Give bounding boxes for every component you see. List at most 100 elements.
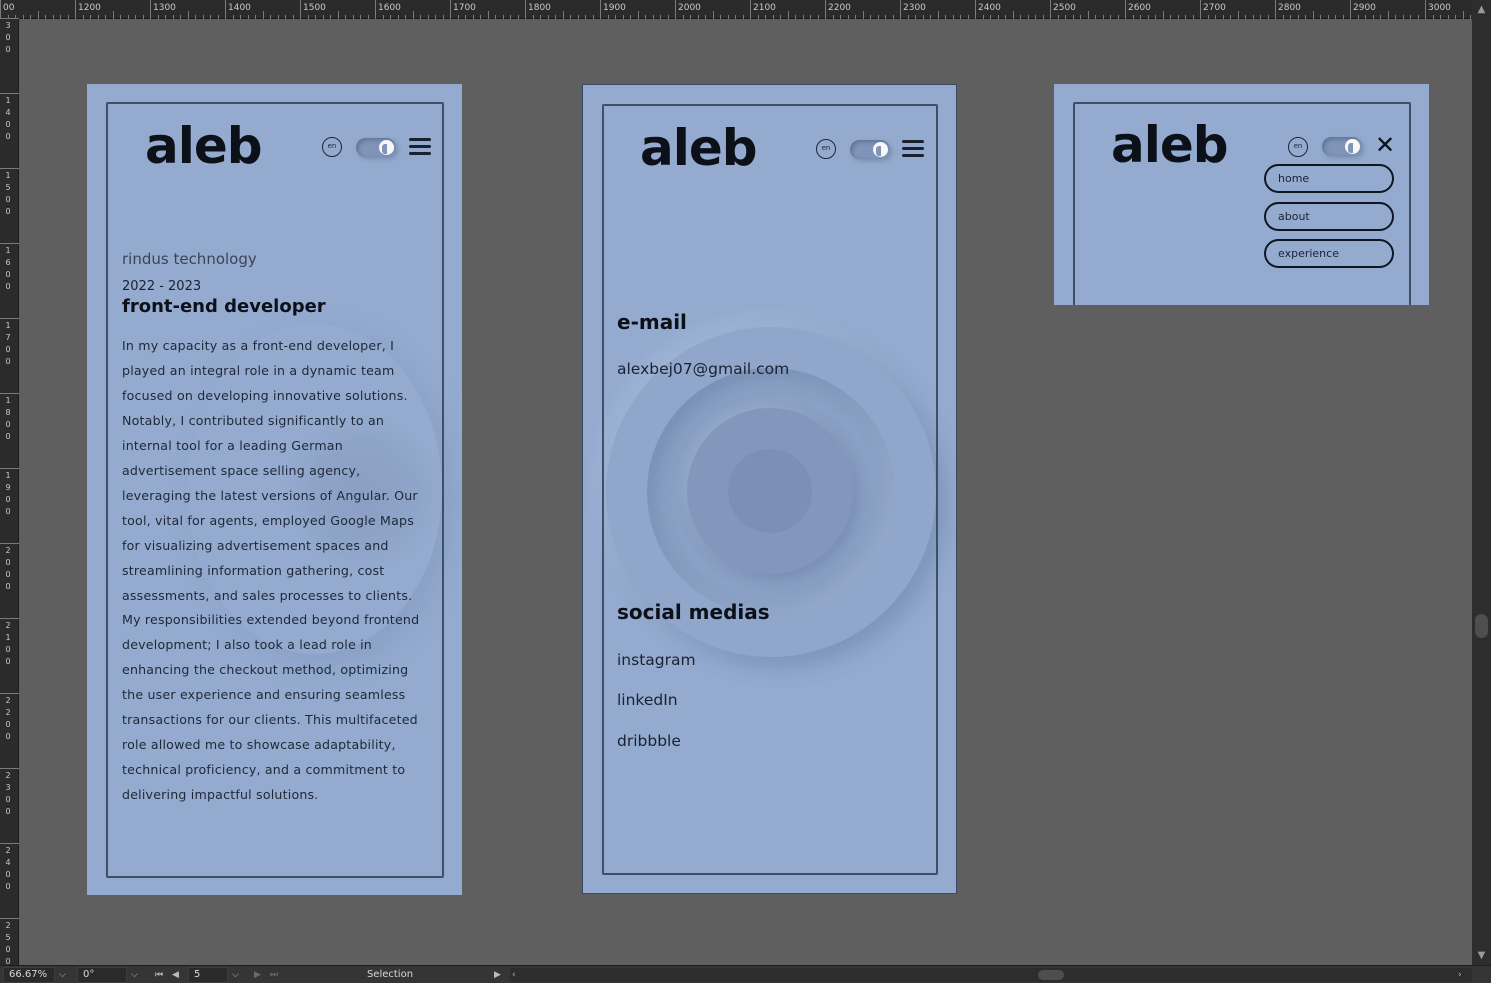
vertical-scrollbar[interactable]: ▲ ▼ [1472, 0, 1491, 965]
ruler-tick [0, 168, 19, 169]
artboard-menu-open[interactable]: aleb en ✕ home about experience [1054, 84, 1429, 305]
ruler-minor-tick [1065, 15, 1066, 19]
ruler-minor-tick [1327, 15, 1329, 19]
ruler-minor-tick [52, 15, 54, 19]
menu-item-home[interactable]: home [1264, 164, 1394, 193]
ruler-minor-tick [1282, 15, 1284, 19]
ruler-minor-tick [1320, 15, 1321, 19]
ruler-minor-tick [1380, 15, 1381, 19]
ruler-minor-tick [907, 15, 909, 19]
language-button[interactable]: en [816, 139, 836, 159]
artboard-experience[interactable]: aleb en rindus technology 2022 - 2023 fr… [87, 84, 462, 895]
linkedin-link[interactable]: linkedIn [617, 691, 678, 709]
ruler-minor-tick [832, 15, 834, 19]
ruler-minor-tick [607, 15, 609, 19]
ruler-tick [1050, 0, 1051, 19]
hamburger-menu-icon[interactable] [902, 138, 924, 158]
page-dropdown-icon[interactable]: ⌵ [232, 967, 239, 983]
ruler-minor-tick [847, 15, 849, 19]
zoom-dropdown-icon[interactable]: ⌵ [59, 967, 66, 983]
zoom-field[interactable]: 66.67% [3, 967, 55, 983]
logo[interactable]: aleb [145, 121, 263, 171]
page-field[interactable]: 5 [188, 967, 228, 983]
ruler-minor-tick [540, 15, 541, 19]
ruler-minor-tick [1215, 15, 1216, 19]
job-description: In my capacity as a front-end developer,… [122, 338, 420, 803]
last-page-icon[interactable]: ⏭ [270, 967, 278, 983]
ruler-label: 300 [5, 21, 11, 54]
ruler-minor-tick [315, 15, 316, 19]
menu-item-experience[interactable]: experience [1264, 239, 1394, 268]
theme-toggle[interactable] [850, 140, 890, 159]
hamburger-menu-icon[interactable] [409, 136, 431, 156]
ruler-minor-tick [630, 15, 631, 19]
ruler-minor-tick [487, 11, 489, 19]
ruler-minor-tick [1312, 11, 1314, 19]
ruler-tick [0, 843, 19, 844]
scroll-right-icon[interactable]: › [1458, 967, 1462, 983]
ruler-minor-tick [255, 15, 256, 19]
horizontal-scrollbar[interactable]: ‹ › [510, 968, 1472, 982]
ruler-minor-tick [472, 15, 474, 19]
top-ruler[interactable]: 00 1200 1300 1400 1500 1600 1700 1800 1900 2000 21… [0, 0, 1491, 19]
ruler-minor-tick [352, 15, 354, 19]
logo[interactable]: aleb [1111, 120, 1229, 170]
ruler-tick [0, 768, 19, 769]
left-ruler[interactable]: 300 1400 1500 1600 1700 1800 1900 2000 2100 2200 2… [0, 18, 19, 966]
close-menu-icon[interactable]: ✕ [1375, 133, 1395, 157]
ruler-minor-tick [457, 15, 459, 19]
ruler-tick [0, 618, 19, 619]
rotation-dropdown-icon[interactable]: ⌵ [131, 967, 138, 983]
dribbble-link[interactable]: dribbble [617, 732, 681, 750]
ruler-tick [0, 693, 19, 694]
ruler-minor-tick [1005, 15, 1006, 19]
ruler-minor-tick [157, 15, 159, 19]
ruler-minor-tick [945, 15, 946, 19]
language-button[interactable]: en [1288, 137, 1308, 157]
ruler-minor-tick [1095, 15, 1096, 19]
language-button[interactable]: en [322, 137, 342, 157]
ruler-minor-tick [22, 15, 24, 19]
ruler-minor-tick [1365, 15, 1366, 19]
ruler-minor-tick [570, 15, 571, 19]
ruler-minor-tick [1290, 15, 1291, 19]
ruler-label: 2000 [5, 546, 11, 591]
ruler-minor-tick [82, 15, 84, 19]
previous-page-icon[interactable]: ◀ [172, 967, 179, 983]
first-page-icon[interactable]: ⏮ [155, 967, 163, 983]
ruler-tick [0, 243, 19, 244]
theme-toggle[interactable] [356, 138, 396, 157]
ruler-minor-tick [172, 15, 174, 19]
ruler-minor-tick [1020, 15, 1021, 19]
ruler-minor-tick [1087, 11, 1089, 19]
ruler-minor-tick [1305, 15, 1306, 19]
scroll-left-icon[interactable]: ‹ [512, 967, 516, 983]
next-page-icon[interactable]: ▶ [254, 967, 261, 983]
rotation-field[interactable]: 0° [77, 967, 127, 983]
logo[interactable]: aleb [640, 123, 758, 173]
ruler-minor-tick [1012, 11, 1014, 19]
tool-menu-icon[interactable]: ▶ [494, 967, 501, 983]
ruler-minor-tick [1252, 15, 1254, 19]
email-link[interactable]: alexbej07@gmail.com [617, 360, 789, 378]
ruler-minor-tick [622, 15, 624, 19]
scroll-down-icon[interactable]: ▼ [1476, 950, 1487, 961]
ruler-label: 2500 [5, 921, 11, 966]
ruler-minor-tick [1402, 15, 1404, 19]
scroll-up-icon[interactable]: ▲ [1476, 4, 1487, 15]
ruler-minor-tick [165, 15, 166, 19]
artboard-contact[interactable]: aleb en e-mail alexbej07@gmail.com socia… [582, 84, 957, 894]
ruler-tick [0, 918, 19, 919]
ruler-minor-tick [937, 11, 939, 19]
ruler-minor-tick [105, 15, 106, 19]
ruler-label: 1500 [303, 3, 326, 13]
ruler-minor-tick [435, 15, 436, 19]
menu-item-about[interactable]: about [1264, 202, 1394, 231]
ruler-tick [1200, 0, 1201, 19]
horizontal-scroll-thumb[interactable] [1038, 970, 1064, 980]
ruler-minor-tick [142, 15, 144, 19]
instagram-link[interactable]: instagram [617, 651, 696, 669]
theme-toggle[interactable] [1322, 137, 1362, 156]
vertical-scroll-thumb[interactable] [1475, 614, 1488, 638]
ruler-label: 1200 [78, 3, 101, 13]
